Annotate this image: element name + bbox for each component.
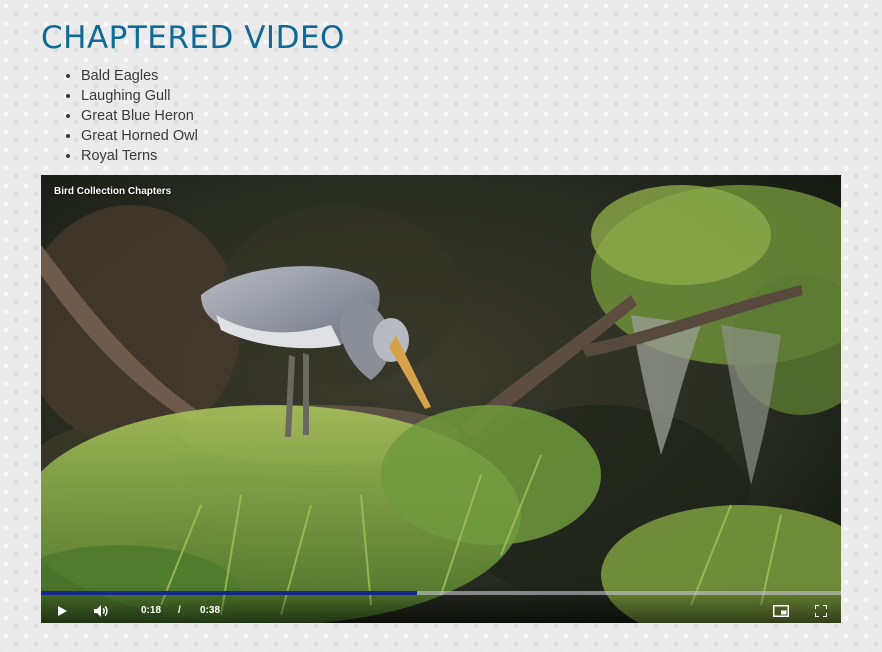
page-title: CHAPTERED VIDEO (41, 20, 345, 56)
chapter-item-laughing-gull: Laughing Gull (81, 86, 198, 106)
chapter-item-great-horned-owl: Great Horned Owl (81, 126, 198, 146)
play-button[interactable] (51, 600, 73, 622)
video-player[interactable]: Bird Collection Chapters 0:18 / 0:38 (41, 175, 841, 623)
chapter-list: Bald Eagles Laughing Gull Great Blue Her… (41, 66, 198, 166)
video-control-bar: 0:18 / 0:38 (41, 587, 841, 623)
fullscreen-icon (815, 605, 827, 617)
volume-button[interactable] (90, 600, 112, 622)
duration: 0:38 (200, 605, 221, 616)
current-time: 0:18 (141, 605, 162, 616)
fullscreen-button[interactable] (810, 600, 832, 622)
chapter-item-great-blue-heron: Great Blue Heron (81, 106, 198, 126)
time-separator: / (178, 605, 181, 616)
chapter-item-royal-terns: Royal Terns (81, 146, 198, 166)
video-frame[interactable] (41, 175, 841, 623)
volume-icon (94, 605, 108, 617)
progress-fill (41, 591, 417, 595)
chapter-item-bald-eagles: Bald Eagles (81, 66, 198, 86)
progress-bar[interactable] (41, 591, 841, 595)
play-icon (58, 606, 67, 616)
picture-in-picture-button[interactable] (770, 600, 792, 622)
video-title: Bird Collection Chapters (54, 186, 172, 197)
picture-in-picture-icon (773, 605, 789, 617)
